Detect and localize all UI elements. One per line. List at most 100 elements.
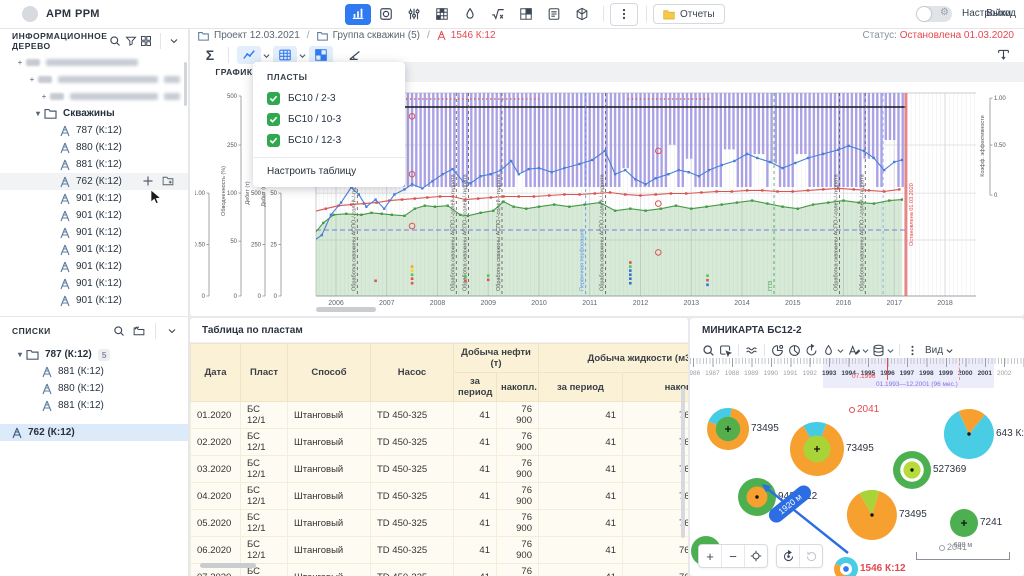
chart-horizontal-scrollbar[interactable] xyxy=(316,307,376,312)
tree-well-item[interactable]: 901 (К:12) xyxy=(0,292,188,309)
top-bar: АРМ РРМ Отчеты ⚙ Настройки Выход xyxy=(0,0,1024,29)
zoom-out-button[interactable]: − xyxy=(722,545,745,567)
label-edit-icon[interactable] xyxy=(845,342,862,358)
sqrt-icon[interactable] xyxy=(485,4,511,25)
pie-settings-icon[interactable] xyxy=(769,342,786,358)
map-well-label: 527369 xyxy=(933,464,966,475)
breadcrumb-well[interactable]: 1546 К:12 xyxy=(451,30,496,41)
map-well-marker[interactable] xyxy=(846,489,898,541)
table-row: 03.2020БС 12/1ШтанговыйTD 450-3254176 90… xyxy=(191,456,689,483)
map-well-marker[interactable] xyxy=(943,408,995,460)
collapse-chevron-icon[interactable] xyxy=(167,35,182,47)
list-item[interactable]: 881 (К:12) xyxy=(0,397,188,414)
breadcrumb-group[interactable]: Группа скважин (5) xyxy=(333,30,420,41)
column-subheader: накопл. xyxy=(623,373,689,402)
map-well-marker[interactable] xyxy=(789,421,845,477)
list-item[interactable]: 881 (К:12) xyxy=(0,363,188,380)
minimap-timeline[interactable]: 1986198719881989199019911992199319941995… xyxy=(690,358,1024,390)
droplet-caret-icon[interactable] xyxy=(837,347,845,354)
pie-refresh-icon[interactable] xyxy=(803,342,820,358)
list-folder[interactable]: ▾787 (К:12)5 xyxy=(0,346,188,363)
map-well-marker[interactable] xyxy=(892,450,932,490)
reports-button[interactable]: Отчеты xyxy=(653,4,725,24)
chart-toolbar: Σ xyxy=(190,44,1024,64)
pie-chart-icon[interactable] xyxy=(786,342,803,358)
timeline-year: 1992 xyxy=(802,370,816,377)
well-analytics-icon[interactable] xyxy=(345,4,371,25)
droplet-icon[interactable] xyxy=(457,4,483,25)
theme-toggle[interactable]: ⚙ xyxy=(916,6,952,22)
map-well-marker[interactable] xyxy=(949,508,979,538)
map-well-label: 643 К:12 xyxy=(996,428,1024,439)
list-item[interactable]: 880 (К:12) xyxy=(0,380,188,397)
tree-well-item[interactable]: 901 (К:12) xyxy=(0,224,188,241)
tree-well-item[interactable]: 901 (К:12) xyxy=(0,207,188,224)
timeline-year: 1997 xyxy=(900,370,914,377)
configure-table-item[interactable]: Настроить таблицу xyxy=(253,158,405,187)
map-more-icon[interactable] xyxy=(904,342,921,358)
layer-checkbox-item[interactable]: БС10 / 10-3 xyxy=(253,109,405,130)
rotate-map-button[interactable] xyxy=(777,545,800,567)
tree-well-item[interactable]: 901 (К:12) xyxy=(0,258,188,275)
svg-text:2016: 2016 xyxy=(836,300,852,307)
map-well-marker[interactable] xyxy=(737,477,777,517)
reset-rotation-button[interactable] xyxy=(800,545,822,567)
svg-text:50: 50 xyxy=(230,239,237,245)
svg-text:ГПЗ: ГПЗ xyxy=(768,280,774,291)
search-icon[interactable] xyxy=(107,35,122,47)
tree-well-item[interactable]: 787 (К:12) xyxy=(0,122,188,139)
mosaic-2-icon[interactable] xyxy=(513,4,539,25)
cube-3d-icon[interactable] xyxy=(569,4,595,25)
layer-checkbox-item[interactable]: БС10 / 12-3 xyxy=(253,130,405,151)
tune-icon[interactable] xyxy=(401,4,427,25)
toggle-knob xyxy=(917,7,931,21)
column-subheader: за период xyxy=(539,373,623,402)
tree-node-redacted[interactable]: + xyxy=(0,71,188,88)
label-edit-caret-icon[interactable] xyxy=(862,347,870,354)
lists-folder-icon[interactable] xyxy=(129,325,149,337)
report-doc-icon[interactable] xyxy=(541,4,567,25)
transpose-icon[interactable] xyxy=(997,48,1010,61)
layers-db-icon[interactable] xyxy=(870,342,887,358)
grid-icon[interactable] xyxy=(138,35,153,47)
layer-checkbox-item[interactable]: БС10 / 2-3 xyxy=(253,88,405,109)
view-menu[interactable]: Вид xyxy=(925,345,953,356)
svg-text:0: 0 xyxy=(202,294,206,300)
breadcrumb-project[interactable]: Проект 12.03.2021 xyxy=(214,30,300,41)
tree-well-item[interactable]: 881 (К:12) xyxy=(0,156,188,173)
lists-chevron-icon[interactable] xyxy=(162,325,182,337)
map-droplet-icon[interactable] xyxy=(820,342,837,358)
mosaic-icon[interactable] xyxy=(429,4,455,25)
locate-button[interactable] xyxy=(745,545,767,567)
map-well-marker[interactable] xyxy=(833,556,859,576)
layers-db-caret-icon[interactable] xyxy=(887,347,895,354)
zoom-in-button[interactable]: + xyxy=(699,545,722,567)
waves-icon[interactable] xyxy=(743,342,760,358)
map-well-marker[interactable] xyxy=(706,407,750,451)
plan-gauge-icon[interactable] xyxy=(373,4,399,25)
lists-search-icon[interactable] xyxy=(109,325,129,337)
line-chart-caret-icon[interactable] xyxy=(261,52,271,59)
tree-node-redacted[interactable]: + xyxy=(0,88,188,105)
tree-folder-wells[interactable]: ▾Скважины xyxy=(0,105,188,122)
tree-node-redacted[interactable]: + xyxy=(0,54,188,71)
timeline-year: 1991 xyxy=(783,370,797,377)
table-mode-caret-icon[interactable] xyxy=(297,52,307,59)
tree-well-item[interactable]: 880 (К:12) xyxy=(0,139,188,156)
tree-well-item[interactable]: 762 (К:12) xyxy=(0,173,188,190)
list-item-selected[interactable]: 762 (К:12) xyxy=(0,424,188,441)
table-horizontal-scrollbar[interactable] xyxy=(200,563,256,568)
filter-icon[interactable] xyxy=(123,35,138,47)
sum-icon[interactable]: Σ xyxy=(198,46,222,64)
map-search-icon[interactable] xyxy=(700,342,717,358)
select-area-icon[interactable] xyxy=(717,342,734,358)
column-header: Дата xyxy=(191,344,241,402)
tree-well-item[interactable]: 901 (К:12) xyxy=(0,275,188,292)
tree-well-item[interactable]: 901 (К:12) xyxy=(0,241,188,258)
more-menu-icon[interactable] xyxy=(610,3,638,26)
table-row: 07.2020БС 12/1ШтанговыйTD 450-3254176 90… xyxy=(191,564,689,576)
group-folder-icon xyxy=(317,31,328,41)
map-well-label: 1546 К:12 xyxy=(860,563,906,574)
logout-link[interactable]: Выход xyxy=(986,8,1016,19)
table-vertical-scrollbar[interactable] xyxy=(681,388,685,538)
